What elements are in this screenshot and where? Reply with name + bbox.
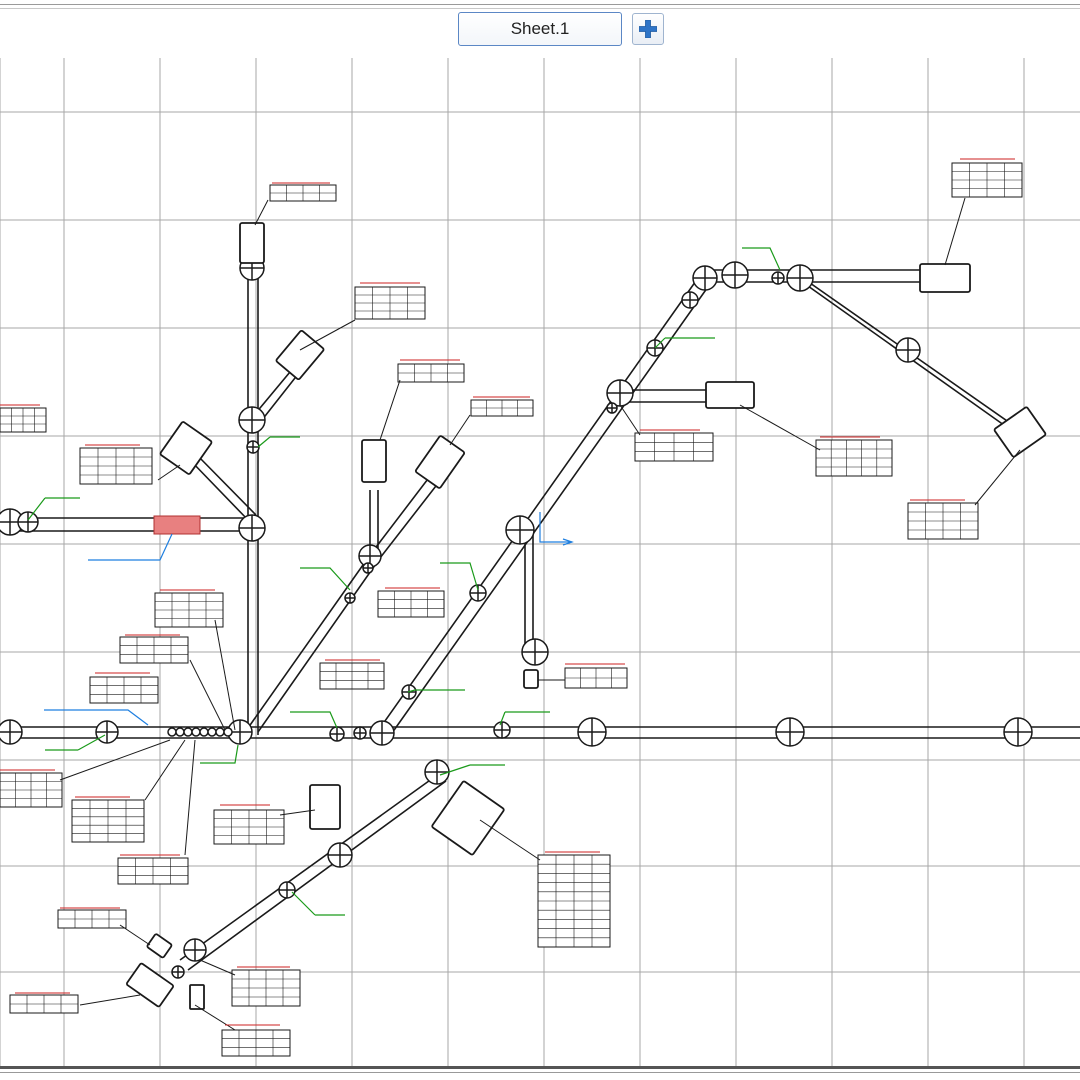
tag-tables[interactable]: [0, 162, 1023, 1057]
sheet-tab-bar: Sheet.1: [0, 0, 1080, 58]
drawing-canvas[interactable]: [0, 0, 1080, 1080]
divider: [0, 8, 1080, 9]
selected-pipe-segment[interactable]: [153, 515, 201, 535]
divider: [0, 4, 1080, 5]
plus-icon: [639, 20, 657, 38]
divider: [0, 1072, 1080, 1073]
tab-label: Sheet.1: [510, 19, 570, 38]
add-sheet-button[interactable]: [632, 13, 664, 45]
divider: [0, 1066, 1080, 1069]
red-labels: [0, 158, 1015, 1026]
tab-sheet-1[interactable]: Sheet.1: [458, 12, 622, 46]
